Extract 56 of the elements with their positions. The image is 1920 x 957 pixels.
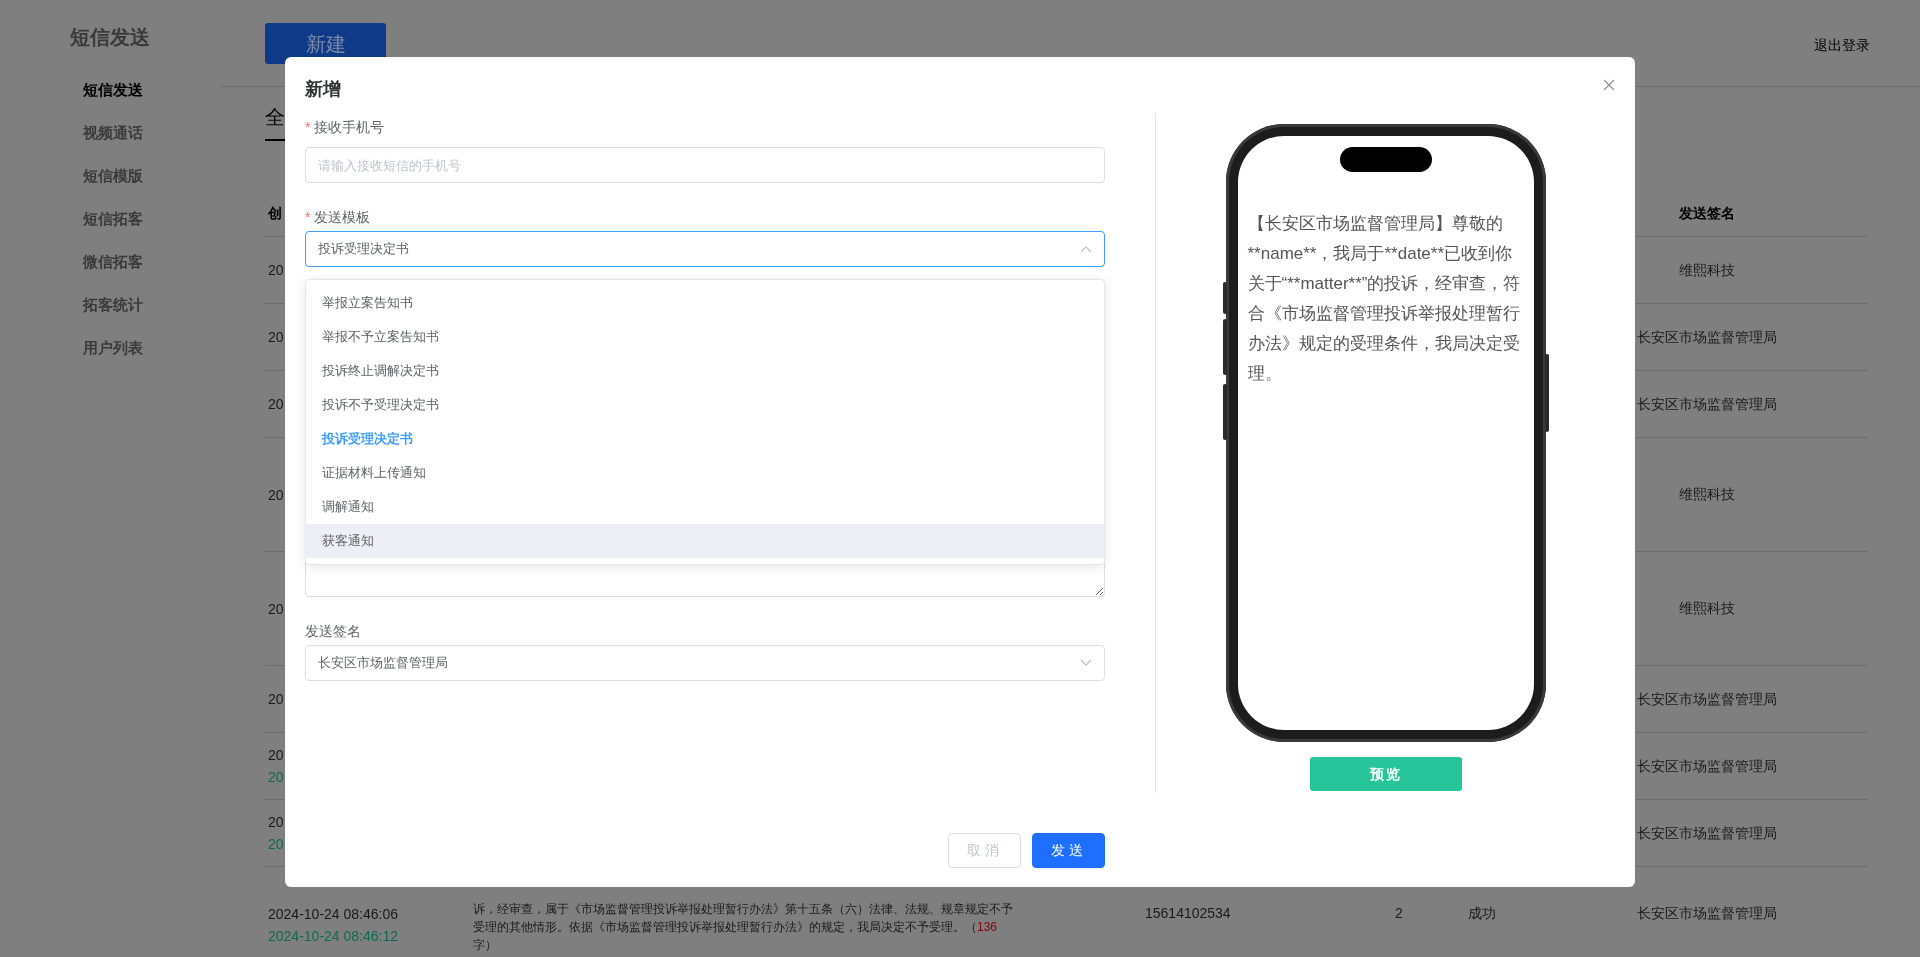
field-label: * 接收手机号 — [305, 118, 386, 137]
input-field[interactable]: 请输入接收短信的手机号 — [305, 147, 1105, 183]
chevron-up-icon — [1080, 245, 1092, 253]
table-cell-text: 20 — [268, 599, 284, 619]
dropdown-option[interactable]: 举报立案告知书 — [306, 286, 1104, 320]
logout-link[interactable]: 退出登录 — [1814, 35, 1870, 56]
dropdown-option[interactable]: 投诉不予受理决定书 — [306, 388, 1104, 422]
table-cell-text: 20 — [268, 835, 284, 854]
table-cell-text: 长安区市场监督管理局 — [1636, 689, 1778, 709]
table-cell-text: 长安区市场监督管理局 — [1636, 327, 1778, 347]
table-cell-text: 20 — [268, 328, 284, 347]
column-header: 发送签名 — [1678, 203, 1736, 223]
table-cell-text: 20 — [268, 768, 284, 787]
sidebar-item[interactable]: 用户列表 — [70, 336, 149, 359]
sidebar-title: 短信发送 — [70, 25, 150, 50]
sidebar-item[interactable]: 短信拓客 — [70, 207, 149, 230]
table-cell-text: 长安区市场监督管理局 — [1636, 823, 1778, 843]
sidebar-item[interactable]: 拓客统计 — [70, 293, 149, 316]
table-cell-text: 长安区市场监督管理局 — [1636, 394, 1778, 414]
table-cell-text: 20 — [268, 690, 284, 709]
table-cell-text: 20 — [268, 485, 284, 505]
dropdown-option[interactable]: 证据材料上传通知 — [306, 456, 1104, 490]
close-icon[interactable] — [1603, 79, 1615, 91]
table-cell-text: 诉，经审查，属于《市场监督管理投诉举报处理暂行办法》第十五条（六）法律、法规、规章规定不予受理的其他情形。依据《市场监督管理投诉举报处理暂行办法》的规定，我局决定不予受理。（136 字） — [472, 901, 1014, 954]
field-label: * 发送模板 — [305, 208, 372, 227]
table-cell-text: 2024-10-24 08:46:06 — [268, 905, 398, 924]
sidebar-item[interactable]: 视频通话 — [70, 121, 149, 144]
table-cell-text: 维熙科技 — [1678, 260, 1736, 280]
dropdown-option[interactable]: 投诉受理决定书 — [306, 422, 1104, 456]
table-cell-text: 2 — [1394, 904, 1404, 923]
table-cell-text: 15614102534 — [1144, 904, 1232, 923]
sidebar-item[interactable]: 微信拓客 — [70, 250, 149, 273]
table-cell-text: 长安区市场监督管理局 — [1636, 904, 1778, 923]
dropdown-option[interactable]: 获客通知 — [306, 524, 1104, 558]
sidebar-item[interactable]: 短信模版 — [70, 164, 149, 187]
table-cell-text: 20 — [268, 261, 284, 280]
select-field[interactable]: 投诉受理决定书 — [305, 231, 1105, 267]
table-cell-text: 维熙科技 — [1678, 599, 1736, 618]
dropdown-option[interactable]: 举报不予立案告知书 — [306, 320, 1104, 354]
send-button[interactable]: 发送 — [1032, 833, 1105, 868]
chevron-down-icon — [1080, 659, 1092, 667]
table-cell-text: 维熙科技 — [1678, 485, 1736, 504]
table-cell-text: 20 — [268, 395, 284, 414]
dialog-title: 新增 — [305, 78, 341, 101]
table-cell-text: 20 — [268, 746, 284, 765]
dropdown-option[interactable]: 投诉终止调解决定书 — [306, 354, 1104, 388]
table-cell-text: 2024-10-24 08:46:12 — [268, 927, 398, 946]
table-cell-text: 20 — [268, 813, 284, 832]
message-preview-text: 【长安区市场监督管理局】尊敬的**name**，我局于**date**已收到你关于“**matter**”的投诉，经审查，符合《市场监督管理投诉举报处理暂行办法》规定的受理条件，我局决定受理。 — [1247, 213, 1522, 385]
select-field[interactable]: 长安区市场监督管理局 — [305, 645, 1105, 681]
table-cell-text: 成功 — [1467, 904, 1497, 923]
column-header: 创 — [267, 204, 282, 223]
dropdown-option[interactable]: 调解通知 — [306, 490, 1104, 524]
table-cell-text: 长安区市场监督管理局 — [1636, 756, 1778, 776]
sidebar-item[interactable]: 短信发送 — [70, 78, 149, 101]
field-label: 发送签名 — [305, 622, 362, 641]
